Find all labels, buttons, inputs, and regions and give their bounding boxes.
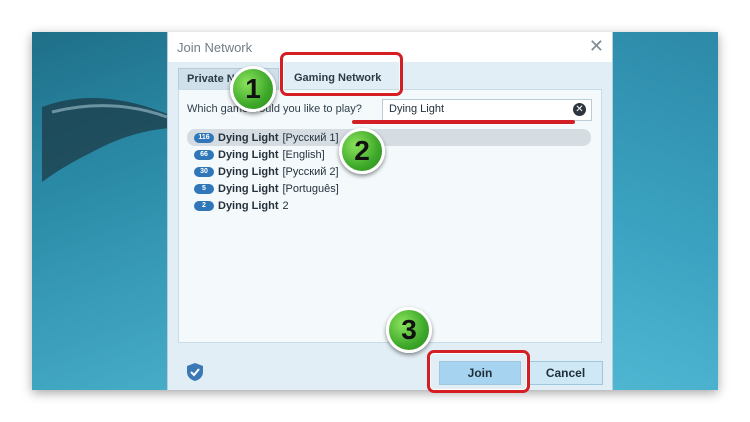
- dialog-title: Join Network: [177, 40, 253, 55]
- clear-search-icon[interactable]: ✕: [573, 103, 586, 116]
- player-count-badge: 66: [194, 149, 214, 160]
- game-name: Dying Light: [218, 182, 279, 195]
- game-name: Dying Light: [218, 148, 279, 161]
- close-icon[interactable]: ✕: [589, 36, 604, 56]
- game-variant: [Русский 1]: [282, 131, 339, 144]
- player-count-badge: 5: [194, 183, 214, 194]
- gaming-network-panel: [178, 89, 602, 343]
- search-value: Dying Light: [389, 103, 445, 115]
- game-list-item[interactable]: 66 Dying Light [English]: [187, 146, 591, 163]
- shield-check-icon: [187, 363, 203, 381]
- cancel-button[interactable]: Cancel: [528, 361, 603, 385]
- game-list: 116 Dying Light [Русский 1] 66 Dying Lig…: [187, 129, 591, 214]
- game-list-item[interactable]: 2 Dying Light 2: [187, 197, 591, 214]
- ocean-photo-right: [610, 32, 718, 390]
- player-count-badge: 2: [194, 200, 214, 211]
- game-question-label: Which game would you like to play?: [187, 103, 362, 115]
- game-variant: 2: [282, 199, 289, 212]
- step-3-badge: 3: [386, 307, 432, 353]
- game-list-item[interactable]: 116 Dying Light [Русский 1]: [187, 129, 591, 146]
- game-list-item[interactable]: 5 Dying Light [Português]: [187, 180, 591, 197]
- game-name: Dying Light: [218, 199, 279, 212]
- highlight-join-button: [427, 350, 530, 393]
- game-name: Dying Light: [218, 165, 279, 178]
- game-name: Dying Light: [218, 131, 279, 144]
- game-search-input[interactable]: Dying Light ✕: [382, 99, 592, 121]
- game-variant: [Русский 2]: [282, 165, 339, 178]
- step-1-badge: 1: [230, 66, 276, 112]
- game-variant: [Português]: [282, 182, 339, 195]
- highlight-gaming-tab: [280, 52, 403, 96]
- game-list-item[interactable]: 30 Dying Light [Русский 2]: [187, 163, 591, 180]
- step-2-badge: 2: [339, 128, 385, 174]
- highlight-search-underline: [352, 120, 575, 124]
- game-variant: [English]: [282, 148, 325, 161]
- player-count-badge: 116: [194, 132, 214, 143]
- player-count-badge: 30: [194, 166, 214, 177]
